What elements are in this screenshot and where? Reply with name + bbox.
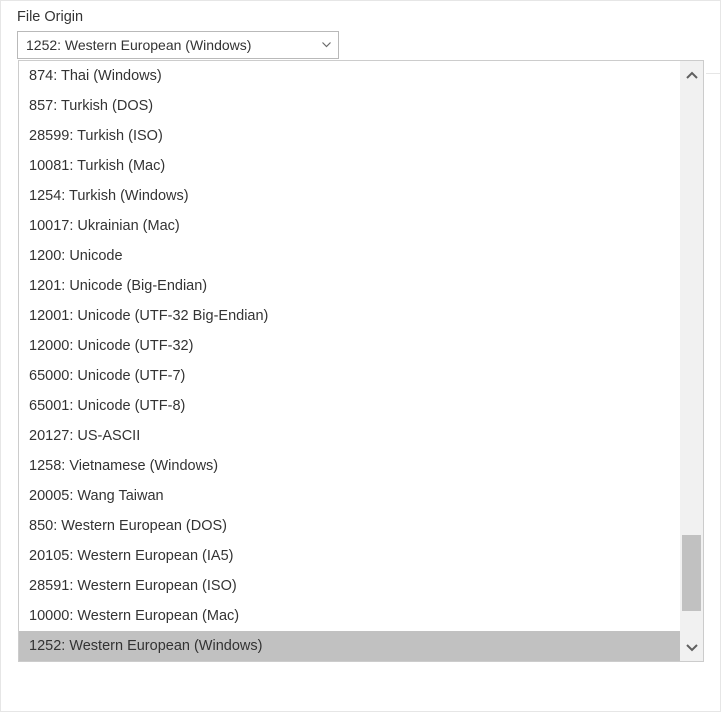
divider (706, 73, 720, 74)
scroll-up-button[interactable] (680, 61, 703, 89)
dropdown-option[interactable]: 857: Turkish (DOS) (19, 91, 680, 121)
file-origin-dropdown: 874: Thai (Windows)857: Turkish (DOS)285… (18, 60, 704, 662)
file-origin-combo[interactable]: 1252: Western European (Windows) (17, 31, 339, 59)
dropdown-option[interactable]: 874: Thai (Windows) (19, 61, 680, 91)
file-origin-selected-value: 1252: Western European (Windows) (18, 37, 314, 53)
dropdown-option[interactable]: 28599: Turkish (ISO) (19, 121, 680, 151)
scrollbar[interactable] (680, 61, 703, 661)
dropdown-option[interactable]: 28591: Western European (ISO) (19, 571, 680, 601)
scroll-down-button[interactable] (680, 633, 703, 661)
dropdown-list: 874: Thai (Windows)857: Turkish (DOS)285… (19, 61, 680, 661)
dropdown-option[interactable]: 10017: Ukrainian (Mac) (19, 211, 680, 241)
dropdown-option[interactable]: 65000: Unicode (UTF-7) (19, 361, 680, 391)
dropdown-option[interactable]: 12000: Unicode (UTF-32) (19, 331, 680, 361)
scrollbar-track[interactable] (680, 89, 703, 633)
dropdown-option[interactable]: 1200: Unicode (19, 241, 680, 271)
dropdown-option[interactable]: 1254: Turkish (Windows) (19, 181, 680, 211)
scrollbar-thumb[interactable] (682, 535, 701, 611)
dropdown-option[interactable]: 20105: Western European (IA5) (19, 541, 680, 571)
dropdown-option[interactable]: 65001: Unicode (UTF-8) (19, 391, 680, 421)
dropdown-option[interactable]: 10000: Western European (Mac) (19, 601, 680, 631)
dropdown-option[interactable]: 1252: Western European (Windows) (19, 631, 680, 661)
dropdown-option[interactable]: 1201: Unicode (Big-Endian) (19, 271, 680, 301)
chevron-down-icon (314, 42, 338, 48)
dropdown-option[interactable]: 20127: US-ASCII (19, 421, 680, 451)
dropdown-option[interactable]: 1258: Vietnamese (Windows) (19, 451, 680, 481)
file-origin-panel: File Origin 1252: Western European (Wind… (0, 0, 721, 712)
dropdown-option[interactable]: 10081: Turkish (Mac) (19, 151, 680, 181)
dropdown-option[interactable]: 12001: Unicode (UTF-32 Big-Endian) (19, 301, 680, 331)
file-origin-label: File Origin (17, 9, 704, 25)
dropdown-option[interactable]: 20005: Wang Taiwan (19, 481, 680, 511)
dropdown-option[interactable]: 850: Western European (DOS) (19, 511, 680, 541)
